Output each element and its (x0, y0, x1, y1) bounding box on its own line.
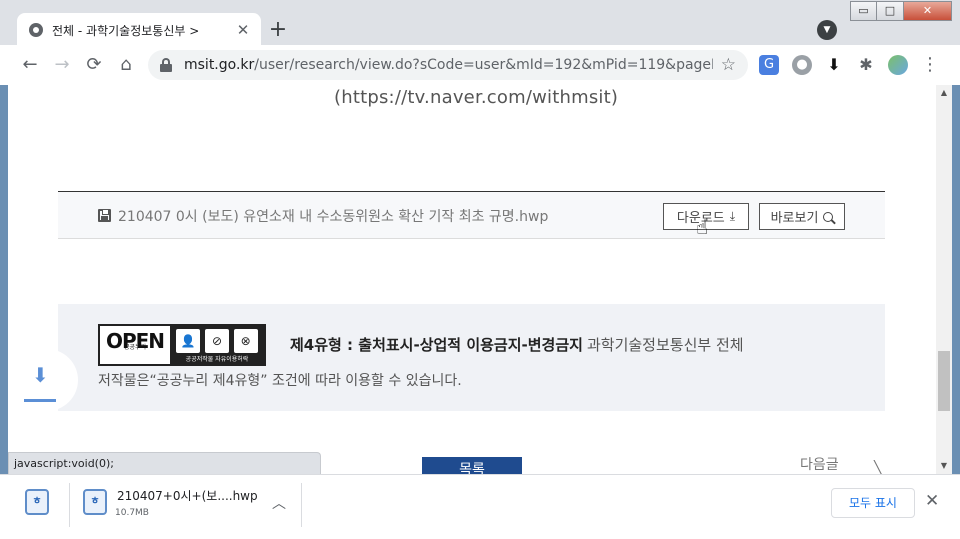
license-description: 저작물은“공공누리 제4유형” 조건에 따라 이용할 수 있습니다. (98, 373, 462, 389)
download-icon: ⤓ (729, 209, 736, 223)
bookmark-star-icon[interactable]: ☆ (721, 55, 736, 75)
close-icon[interactable]: ✕ (925, 491, 939, 511)
minimize-button[interactable]: ▭ (850, 1, 877, 21)
download-shelf: ㅎ ㅎ 210407+0시+(보....hwp 10.7MB ︿ 모두 표시 ✕ (0, 474, 960, 539)
download-arrow-icon: ⬇ (32, 363, 49, 387)
license-org: 과학기술정보통신부 전체 (586, 336, 744, 354)
shelf-separator (69, 483, 70, 527)
license-box: OPEN 공공누리 👤 ⊘ ⊗ 공공저작물 자유이용허락 제4유형 : 출처표시-… (58, 304, 885, 411)
preview-button-label: 바로보기 (770, 211, 819, 226)
share-extension-icon[interactable]: ● (792, 55, 812, 75)
show-all-button[interactable]: 모두 표시 (831, 488, 915, 518)
scroll-up-icon[interactable]: ▲ (936, 85, 952, 101)
preview-button[interactable]: 바로보기 (759, 203, 845, 230)
lock-icon[interactable] (160, 58, 172, 72)
license-conditions-icons: 👤 ⊘ ⊗ 공공저작물 자유이용허락 (170, 326, 264, 364)
license-type: 제4유형 : 출처표시-상업적 이용금지-변경금지 (290, 336, 583, 354)
window-frame-right (952, 85, 960, 474)
open-logo-sub: 공공누리 (123, 344, 147, 351)
page-viewport: (https://tv.naver.com/withmsit) 210407 0… (8, 85, 936, 474)
window-controls: ▭ □ ✕ (850, 1, 952, 21)
profile-avatar[interactable] (888, 55, 908, 75)
scroll-thumb[interactable] (938, 351, 950, 411)
attribution-icon: 👤 (176, 329, 201, 353)
tab-strip: 전체 - 과학기술정보통신부 > ✕ + ▼ ▭ □ ✕ (0, 0, 960, 47)
url-text[interactable]: msit.go.kr/user/research/view.do?sCode=u… (184, 57, 713, 73)
download-file-icon[interactable]: ㅎ (83, 489, 107, 515)
window-frame-left (0, 85, 8, 474)
list-button[interactable]: 목록 (422, 457, 522, 474)
download-item-size: 10.7MB (115, 508, 149, 518)
maximize-button[interactable]: □ (877, 1, 904, 21)
download-bar (24, 399, 56, 402)
forward-icon[interactable]: → (50, 53, 74, 77)
file-save-icon (98, 209, 111, 222)
browser-window: 전체 - 과학기술정보통신부 > ✕ + ▼ ▭ □ ✕ ← → ⟳ ⌂ msi… (0, 0, 960, 539)
chevron-up-icon[interactable]: ︿ (272, 493, 286, 513)
url-path: /user/research/view.do?sCode=user&mId=19… (254, 57, 713, 73)
license-conditions-sub: 공공저작물 자유이용허락 (185, 356, 249, 363)
active-tab[interactable]: 전체 - 과학기술정보통신부 > ✕ (17, 13, 261, 47)
tv-link-text: (https://tv.naver.com/withmsit) (334, 87, 619, 108)
tab-title: 전체 - 과학기술정보통신부 > (52, 23, 200, 38)
noderivatives-icon: ⊗ (233, 329, 258, 353)
reload-icon[interactable]: ⟳ (82, 53, 106, 77)
hand-cursor-icon: ☝ (696, 215, 709, 239)
globe-icon (29, 23, 43, 37)
translate-extension-icon[interactable]: G (759, 55, 779, 75)
browser-toolbar: ← → ⟳ ⌂ msit.go.kr/user/research/view.do… (0, 45, 960, 85)
search-icon (823, 211, 834, 222)
new-tab-button[interactable]: + (265, 17, 291, 43)
tab-close-icon[interactable]: ✕ (235, 22, 251, 38)
window-close-button[interactable]: ✕ (904, 1, 952, 21)
next-post-label[interactable]: 다음글 (800, 454, 839, 474)
kogl-open-logo: OPEN 공공누리 👤 ⊘ ⊗ 공공저작물 자유이용허락 (98, 324, 266, 366)
page-scrollbar[interactable]: ▲ ▼ (936, 85, 952, 474)
chevron-right-icon[interactable]: ╲ (874, 461, 882, 474)
license-title: 제4유형 : 출처표시-상업적 이용금지-변경금지 과학기술정보통신부 전체 (290, 334, 744, 355)
attachment-file-name: 210407 0시 (보도) 유연소재 내 수소동위원소 확산 기작 최초 규명… (118, 209, 549, 225)
download-extension-icon[interactable]: ⬇ (824, 55, 844, 75)
extensions-puzzle-icon[interactable]: ✱ (856, 55, 876, 75)
shelf-hwp-icon[interactable]: ㅎ (25, 489, 49, 515)
attachment-row: 210407 0시 (보도) 유연소재 내 수소동위원소 확산 기작 최초 규명… (58, 191, 885, 239)
scroll-down-icon[interactable]: ▼ (936, 458, 952, 474)
status-bubble: javascript:void(0); (8, 452, 321, 475)
tab-search-icon[interactable]: ▼ (817, 20, 837, 40)
back-icon[interactable]: ← (18, 53, 42, 77)
address-bar[interactable]: msit.go.kr/user/research/view.do?sCode=u… (148, 50, 748, 80)
floating-download-button[interactable]: ⬇ (8, 349, 78, 411)
url-host: msit.go.kr (184, 57, 255, 73)
download-item-name[interactable]: 210407+0시+(보....hwp (117, 487, 258, 504)
menu-icon[interactable]: ⋮ (918, 53, 942, 77)
noncommercial-icon: ⊘ (204, 329, 229, 353)
home-icon[interactable]: ⌂ (114, 53, 138, 77)
shelf-separator (301, 483, 302, 527)
